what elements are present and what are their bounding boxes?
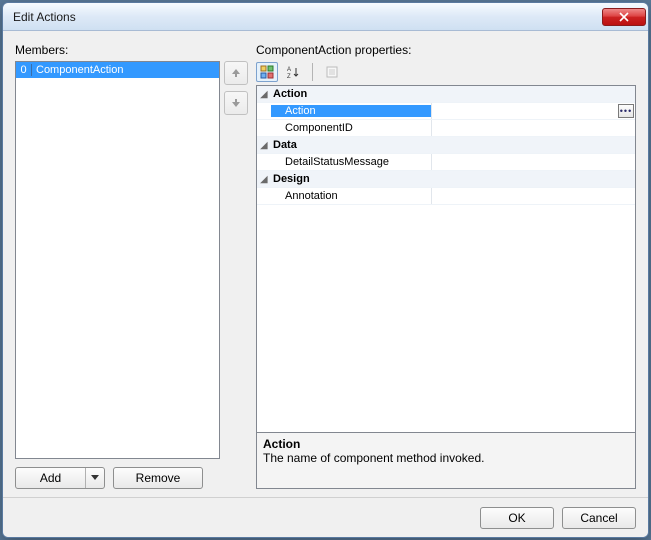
members-panel: Members: 0ComponentAction Add Remove	[15, 43, 220, 489]
members-listbox[interactable]: 0ComponentAction	[15, 61, 220, 459]
list-item-index: 0	[16, 64, 32, 76]
toolbar-divider	[312, 63, 313, 81]
help-title: Action	[263, 437, 629, 451]
property-help-panel: Action The name of component method invo…	[256, 433, 636, 489]
property-value[interactable]: •••	[431, 103, 635, 119]
remove-button-label: Remove	[136, 471, 181, 485]
page-icon	[325, 65, 339, 79]
property-name: DetailStatusMessage	[271, 156, 431, 168]
property-category[interactable]: ◢Data	[257, 137, 635, 154]
dialog-footer: OK Cancel	[3, 497, 648, 537]
alphabetical-button[interactable]: A Z	[282, 62, 304, 82]
dialog-title: Edit Actions	[13, 10, 76, 24]
property-category[interactable]: ◢Action	[257, 86, 635, 103]
collapse-icon[interactable]: ◢	[257, 89, 271, 100]
categorized-icon	[260, 65, 274, 79]
arrow-down-icon	[231, 98, 241, 108]
close-icon	[619, 12, 629, 22]
ok-button-label: OK	[508, 511, 525, 525]
help-description: The name of component method invoked.	[263, 451, 629, 465]
property-row[interactable]: Annotation	[257, 188, 635, 205]
members-label: Members:	[15, 43, 220, 57]
collapse-icon[interactable]: ◢	[257, 174, 271, 185]
reorder-panel	[224, 43, 252, 489]
edit-actions-dialog: Edit Actions Members: 0ComponentAction A…	[2, 2, 649, 538]
collapse-icon[interactable]: ◢	[257, 140, 271, 151]
property-value[interactable]	[431, 154, 635, 170]
cancel-button[interactable]: Cancel	[562, 507, 636, 529]
property-row[interactable]: DetailStatusMessage	[257, 154, 635, 171]
category-label: Design	[271, 173, 431, 185]
property-value[interactable]	[431, 188, 635, 204]
chevron-down-icon	[91, 475, 99, 481]
move-up-button[interactable]	[224, 61, 248, 85]
ok-button[interactable]: OK	[480, 507, 554, 529]
cancel-button-label: Cancel	[580, 511, 617, 525]
add-button-label: Add	[16, 468, 86, 488]
sort-az-icon: A Z	[286, 65, 300, 79]
property-name: Action	[271, 105, 431, 117]
ellipsis-button[interactable]: •••	[618, 104, 634, 118]
property-category[interactable]: ◢Design	[257, 171, 635, 188]
close-button[interactable]	[602, 8, 646, 26]
property-name: ComponentID	[271, 122, 431, 134]
property-name: Annotation	[271, 190, 431, 202]
move-down-button[interactable]	[224, 91, 248, 115]
arrow-up-icon	[231, 68, 241, 78]
list-item-label: ComponentAction	[32, 64, 127, 76]
categorized-button[interactable]	[256, 62, 278, 82]
remove-button[interactable]: Remove	[113, 467, 203, 489]
property-grid[interactable]: ◢ActionAction•••ComponentID◢DataDetailSt…	[256, 85, 636, 433]
category-label: Action	[271, 88, 431, 100]
add-button[interactable]: Add	[15, 467, 105, 489]
properties-label: ComponentAction properties:	[256, 43, 636, 57]
property-row[interactable]: ComponentID	[257, 120, 635, 137]
titlebar: Edit Actions	[3, 3, 648, 31]
property-row[interactable]: Action •••	[257, 103, 635, 120]
svg-text:A: A	[287, 67, 291, 73]
svg-text:Z: Z	[287, 74, 291, 79]
property-value[interactable]	[431, 120, 635, 136]
dialog-content: Members: 0ComponentAction Add Remove	[3, 31, 648, 497]
list-item[interactable]: 0ComponentAction	[16, 62, 219, 78]
properties-panel: ComponentAction properties: A	[256, 43, 636, 489]
property-pages-button[interactable]	[321, 62, 343, 82]
propertygrid-toolbar: A Z	[256, 61, 636, 85]
category-label: Data	[271, 139, 431, 151]
add-dropdown[interactable]	[86, 475, 104, 481]
